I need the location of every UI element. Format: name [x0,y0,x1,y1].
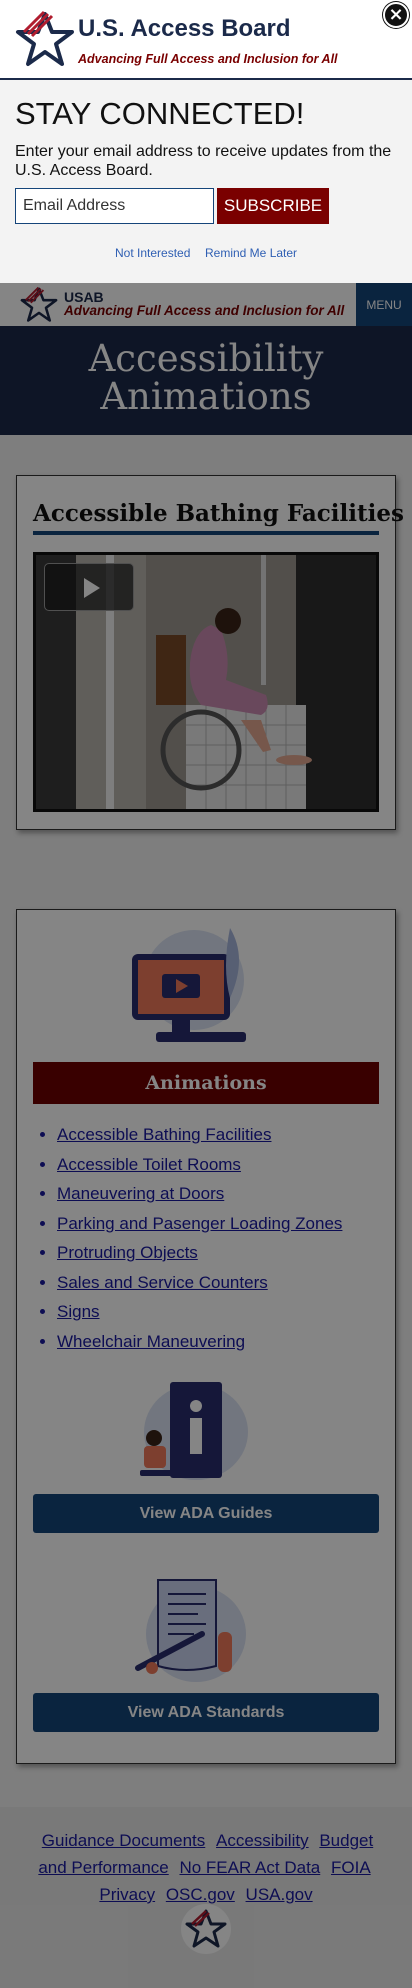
subscribe-modal: U.S. Access Board Advancing Full Access … [0,0,412,283]
modal-heading: STAY CONNECTED! [15,96,305,131]
access-board-star-logo-icon [16,10,74,66]
close-button[interactable]: × [383,2,409,28]
email-field[interactable] [15,188,214,224]
remind-me-later-link[interactable]: Remind Me Later [205,246,297,260]
modal-header: U.S. Access Board Advancing Full Access … [0,0,412,80]
close-icon: × [388,4,404,25]
modal-backdrop[interactable] [0,0,412,1988]
modal-description: Enter your email address to receive upda… [15,143,392,179]
subscribe-button[interactable]: SUBSCRIBE [217,188,329,224]
modal-tagline: Advancing Full Access and Inclusion for … [78,52,338,66]
not-interested-link[interactable]: Not Interested [115,246,190,260]
page: USAB Advancing Full Access and Inclusion… [0,0,412,1988]
modal-org-name: U.S. Access Board [78,15,291,42]
